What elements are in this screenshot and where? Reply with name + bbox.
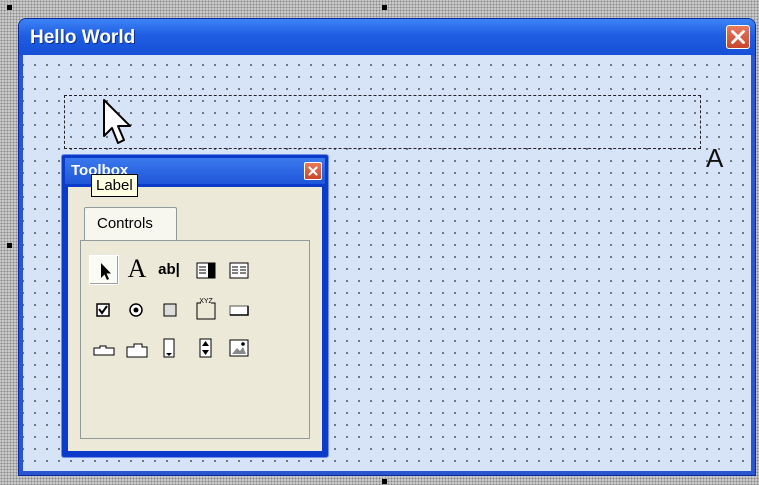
combobox-icon bbox=[196, 262, 216, 279]
arrow-pointer-icon bbox=[101, 263, 111, 280]
checkbox-tool[interactable] bbox=[89, 295, 119, 325]
tabstrip-tool[interactable] bbox=[89, 333, 119, 363]
image-tool[interactable] bbox=[224, 333, 254, 363]
togglebutton-tool[interactable] bbox=[154, 295, 184, 325]
scrollbar-icon bbox=[163, 338, 175, 358]
controls-panel: A ab| XYZ bbox=[80, 240, 310, 439]
multipage-tool[interactable] bbox=[122, 333, 152, 363]
command-button-icon bbox=[229, 305, 249, 316]
toolbox-window: Toolbox Controls A ab| XYZ bbox=[61, 154, 329, 458]
optionbutton-tool[interactable] bbox=[122, 295, 152, 325]
label-tooltip: Label bbox=[91, 174, 138, 197]
label-control-outline[interactable] bbox=[64, 95, 701, 149]
mouse-pointer-icon bbox=[103, 99, 131, 144]
toolbox-body: Controls A ab| XYZ bbox=[68, 187, 322, 451]
listbox-tool[interactable] bbox=[224, 255, 254, 285]
resize-handle-bottom[interactable] bbox=[382, 479, 387, 484]
radio-button-icon bbox=[129, 303, 143, 317]
checkbox-icon bbox=[96, 303, 110, 317]
tab-controls[interactable]: Controls bbox=[84, 207, 177, 241]
window-title: Hello World bbox=[30, 27, 136, 48]
image-icon bbox=[229, 339, 249, 357]
commandbutton-tool[interactable] bbox=[224, 295, 254, 325]
frame-tool-label: XYZ bbox=[199, 298, 213, 305]
textbox-tool-icon: ab| bbox=[158, 261, 180, 278]
combobox-tool[interactable] bbox=[191, 255, 221, 285]
toolbox-close-button[interactable] bbox=[304, 162, 322, 180]
resize-handle-left[interactable] bbox=[7, 243, 12, 248]
label-draw-cursor: A bbox=[706, 143, 724, 173]
scrollbar-tool[interactable] bbox=[154, 333, 184, 363]
textbox-tool[interactable]: ab| bbox=[154, 255, 184, 285]
resize-handle-top[interactable] bbox=[382, 5, 387, 10]
select-objects-tool[interactable] bbox=[89, 255, 119, 285]
spin-button-icon bbox=[199, 338, 212, 358]
label-tool-icon: A bbox=[127, 254, 147, 283]
tabstrip-icon bbox=[93, 345, 115, 356]
title-bar[interactable]: Hello World bbox=[19, 19, 755, 55]
frame-tool[interactable]: XYZ bbox=[191, 295, 221, 325]
toggle-button-icon bbox=[163, 303, 177, 317]
multipage-icon bbox=[126, 343, 148, 358]
close-button[interactable] bbox=[726, 25, 750, 49]
spinbutton-tool[interactable] bbox=[191, 333, 221, 363]
label-tool[interactable]: A bbox=[122, 254, 152, 285]
close-icon bbox=[731, 30, 745, 44]
tab-controls-label: Controls bbox=[97, 215, 153, 232]
close-icon bbox=[308, 166, 318, 176]
listbox-icon bbox=[229, 262, 249, 279]
resize-handle-top-left[interactable] bbox=[7, 5, 12, 10]
